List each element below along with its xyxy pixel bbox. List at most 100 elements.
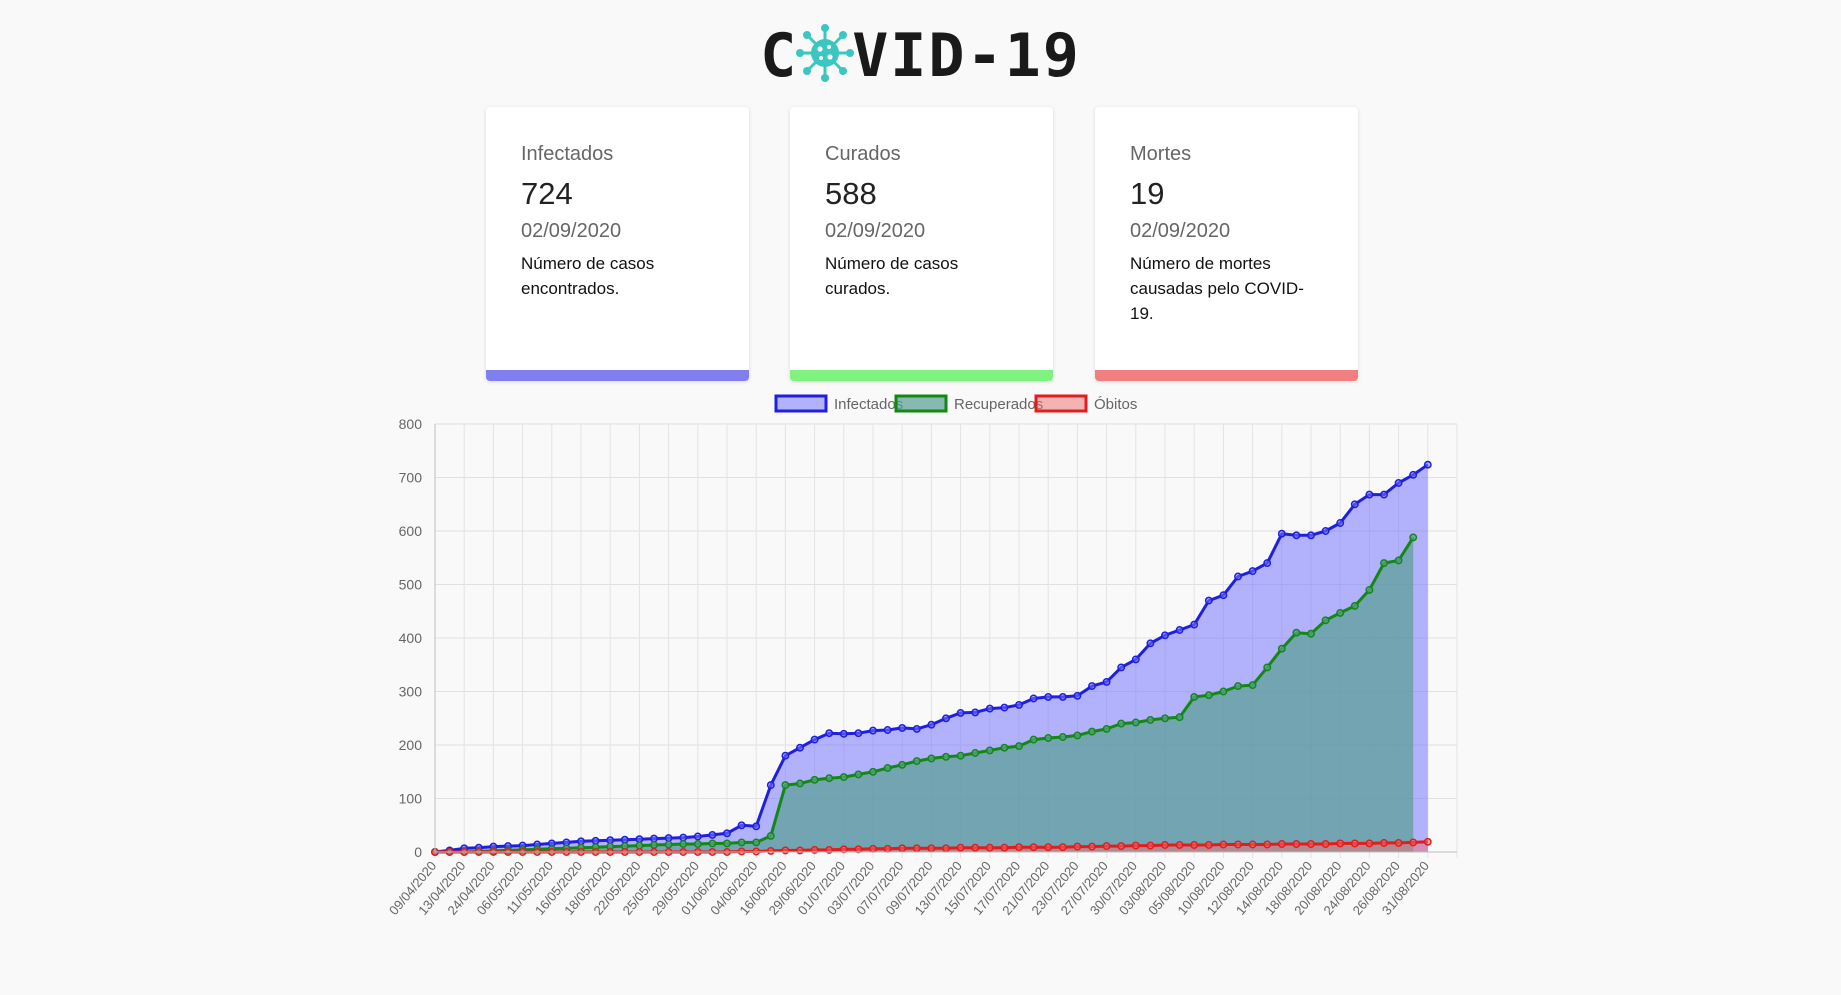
y-tick-label: 100	[399, 791, 423, 807]
data-point	[825, 774, 834, 783]
data-point	[606, 836, 615, 845]
data-point	[1015, 700, 1023, 709]
data-point	[942, 714, 950, 723]
data-point	[1292, 531, 1301, 540]
data-point	[869, 767, 877, 776]
data-point	[942, 752, 950, 761]
data-point	[1058, 733, 1067, 741]
data-point	[1263, 663, 1272, 672]
data-point	[883, 844, 892, 853]
data-point	[1409, 533, 1418, 542]
data-point	[1190, 620, 1199, 629]
data-point	[1146, 639, 1155, 648]
data-point	[708, 830, 717, 839]
data-point	[737, 821, 746, 830]
data-point	[1409, 838, 1418, 847]
data-point	[912, 844, 921, 853]
data-point	[1204, 691, 1213, 700]
card-color-bar	[790, 370, 1053, 381]
data-point	[635, 835, 644, 844]
data-point	[1146, 841, 1155, 850]
data-point	[1000, 703, 1009, 712]
data-point	[781, 751, 790, 760]
data-point	[927, 754, 936, 763]
data-point	[1219, 687, 1228, 696]
legend-label: Óbitos	[1094, 396, 1137, 413]
data-point	[927, 844, 936, 853]
data-point	[664, 834, 673, 843]
data-point	[869, 726, 877, 735]
data-point	[956, 751, 965, 760]
data-point	[1277, 644, 1286, 653]
y-tick-label: 700	[399, 470, 423, 486]
data-point	[664, 840, 673, 849]
data-point	[927, 720, 936, 729]
data-point	[1380, 838, 1388, 847]
data-point	[825, 729, 834, 738]
data-point	[1248, 567, 1257, 576]
data-point	[1277, 529, 1286, 538]
data-point	[1292, 628, 1301, 637]
card-color-bar	[1095, 370, 1358, 381]
data-point	[781, 781, 790, 790]
data-point	[1336, 839, 1345, 848]
chart-legend[interactable]: Infectados Recuperados Óbitos	[774, 394, 1137, 413]
card-date: 02/09/2020	[1130, 220, 1231, 242]
card-infectados: Infectados 724 02/09/2020 Número de caso…	[486, 107, 749, 381]
card-value: 588	[825, 176, 877, 211]
data-point	[1102, 842, 1111, 851]
data-point	[1350, 500, 1359, 509]
data-point	[1073, 842, 1082, 851]
data-point	[1234, 840, 1242, 849]
data-point	[985, 746, 994, 755]
data-point	[693, 832, 702, 841]
data-point	[1058, 692, 1067, 701]
data-point	[577, 837, 585, 846]
data-point	[854, 729, 863, 738]
data-point	[839, 773, 848, 782]
data-point	[693, 840, 702, 848]
data-point	[1350, 839, 1359, 848]
data-point	[1044, 843, 1053, 852]
card-label: Mortes	[1130, 143, 1192, 165]
data-point	[1175, 841, 1184, 849]
data-point	[1336, 519, 1345, 527]
data-point	[1307, 840, 1315, 848]
data-point	[1321, 616, 1330, 625]
data-point	[766, 831, 775, 840]
data-point	[810, 735, 819, 744]
covid-line-chart: Infectados Recuperados Óbitos 0 100 200 300 40…	[386, 394, 1458, 918]
data-point	[1423, 837, 1432, 846]
data-point	[883, 726, 892, 734]
legend-item[interactable]: Recuperados	[894, 394, 1043, 413]
data-point	[1234, 572, 1242, 581]
legend-swatch	[1034, 394, 1088, 413]
card-description: Número de mortes causadas pelo COVID-19.	[1130, 254, 1304, 323]
virus-icon	[796, 24, 855, 82]
page-title: C VID-19	[760, 21, 1081, 91]
legend-item[interactable]: Infectados	[774, 394, 903, 413]
data-point	[781, 846, 790, 855]
data-point	[650, 834, 658, 843]
data-point	[1000, 843, 1009, 852]
data-point	[1088, 842, 1096, 851]
card-label: Curados	[825, 143, 901, 165]
data-point	[898, 760, 907, 769]
data-point	[1000, 743, 1009, 752]
data-point	[1146, 715, 1155, 724]
data-point	[883, 764, 892, 772]
data-point	[956, 708, 965, 717]
card-mortes: Mortes 19 02/09/2020 Número de mortes ca…	[1095, 107, 1358, 381]
data-point	[1365, 490, 1374, 499]
data-point	[1380, 559, 1388, 568]
legend-item[interactable]: Óbitos	[1034, 394, 1137, 413]
data-point	[869, 844, 877, 853]
data-point	[1044, 734, 1053, 742]
data-point	[1029, 735, 1038, 744]
card-curados: Curados 588 02/09/2020 Número de casos c…	[790, 107, 1053, 381]
data-point	[1248, 840, 1257, 849]
data-point	[942, 844, 950, 853]
data-point	[1117, 719, 1126, 728]
data-point	[1088, 727, 1096, 736]
y-tick-label: 800	[399, 416, 423, 432]
